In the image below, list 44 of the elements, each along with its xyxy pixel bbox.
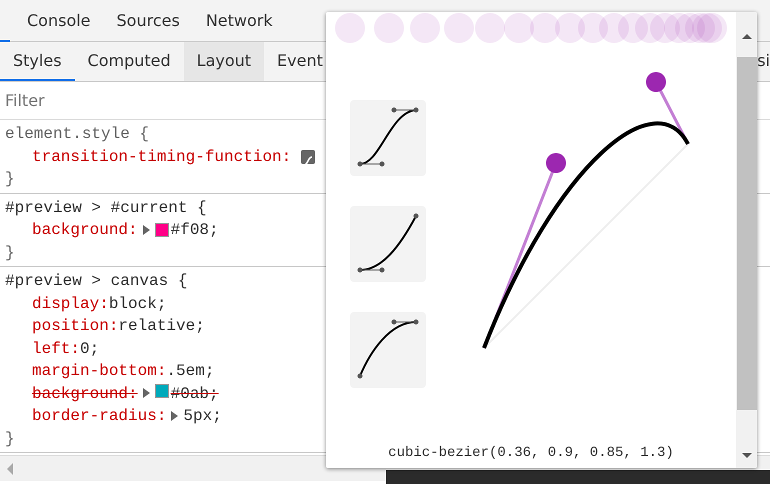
panel-tab[interactable]: Sources: [104, 0, 193, 41]
rule-selector: element.style {: [5, 124, 150, 145]
vertical-scrollbar[interactable]: [736, 12, 757, 468]
sidebar-tab[interactable]: si: [753, 42, 770, 81]
css-property: transition-timing-function:: [32, 146, 292, 168]
panel-tab[interactable]: Console: [14, 0, 104, 41]
color-swatch[interactable]: [154, 384, 169, 398]
selected-tab-indicator: [0, 40, 10, 42]
easing-preset[interactable]: [350, 100, 426, 176]
css-value: block;: [108, 294, 166, 314]
color-swatch[interactable]: [154, 223, 169, 238]
bezier-swatch-icon[interactable]: [300, 150, 315, 164]
easing-preset[interactable]: [350, 206, 426, 282]
curve-value-text: cubic-bezier(0.36, 0.9, 0.85, 1.3): [387, 444, 675, 463]
rule-selector: #preview > canvas {: [5, 271, 188, 292]
scroll-up-icon[interactable]: [742, 34, 752, 39]
css-value: 5px;: [183, 406, 222, 427]
css-property: background:: [32, 220, 138, 241]
control-point-handle[interactable]: [546, 153, 566, 173]
sidebar-tab[interactable]: Styles: [0, 42, 75, 81]
css-value: #f08;: [170, 220, 219, 241]
scrollbar-thumb[interactable]: [736, 57, 756, 410]
css-property: background: #0ab;: [32, 382, 219, 404]
css-property: display:: [32, 294, 109, 314]
css-value: relative;: [118, 316, 205, 337]
easing-preset[interactable]: [350, 312, 426, 388]
closing-brace: }: [5, 242, 15, 264]
control-point-handle[interactable]: [646, 72, 666, 92]
css-value: #0ab;: [170, 384, 219, 402]
closing-brace: }: [5, 428, 15, 450]
css-value: 0;: [80, 338, 100, 360]
css-property: position:: [32, 316, 118, 337]
scroll-down-icon[interactable]: [742, 453, 752, 458]
rule-selector: #preview > #current {: [5, 198, 207, 218]
sidebar-tab[interactable]: Event: [264, 42, 336, 81]
css-property: margin-bottom:: [32, 361, 166, 382]
css-property: left:: [32, 338, 80, 360]
sidebar-tab[interactable]: Layout: [184, 42, 264, 81]
css-property: border-radius:: [32, 406, 166, 427]
sidebar-tab[interactable]: Computed: [74, 42, 184, 81]
panel-tab[interactable]: Network: [192, 0, 286, 41]
expand-icon[interactable]: [171, 411, 178, 422]
css-value: .5em;: [166, 361, 214, 382]
closing-brace: }: [5, 169, 15, 190]
